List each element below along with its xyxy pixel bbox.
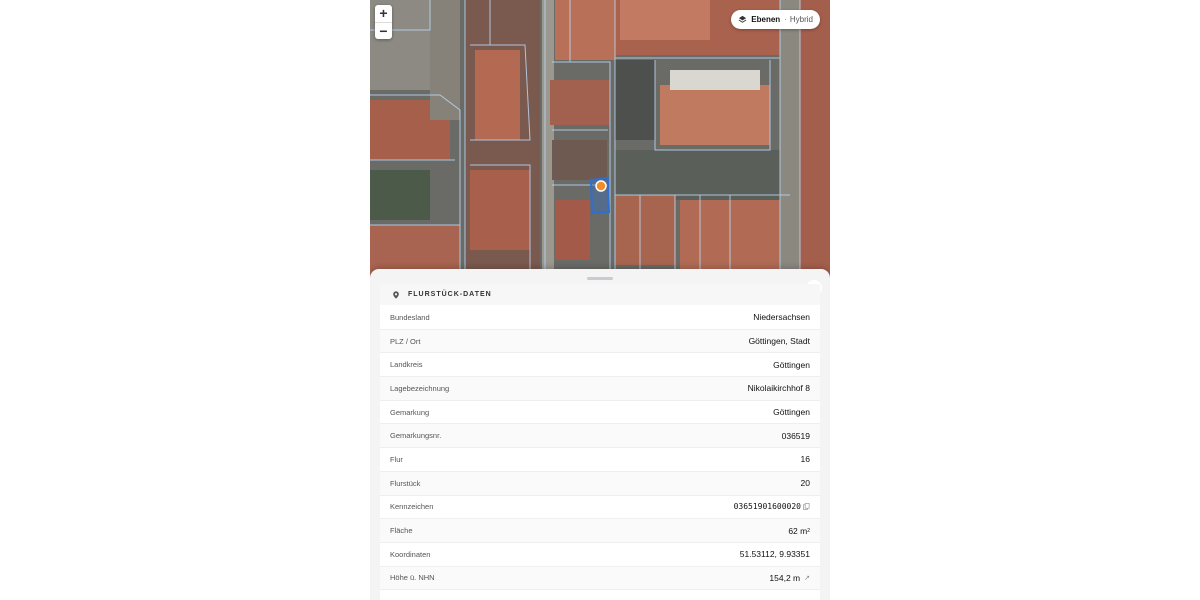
app-frame: + − Ebenen · Hybrid × FLURSTÜCK-DATEN [370, 0, 830, 600]
row-value: Nikolaikirchhof 8 [748, 383, 810, 393]
value-text: 62 m [788, 525, 808, 536]
value-text: 036519 [781, 430, 810, 441]
table-row: PLZ / Ort Göttingen, Stadt [380, 329, 820, 354]
row-value: 51.53112, 9.93351 [740, 549, 810, 559]
row-value: Göttingen [773, 407, 810, 417]
row-value: Göttingen [773, 360, 810, 370]
row-key: Flurstück [390, 478, 421, 488]
value-text: Niedersachsen [753, 312, 810, 323]
layers-button[interactable]: Ebenen · Hybrid [731, 10, 820, 29]
row-value: 036519 [782, 431, 810, 441]
row-value: 20 [801, 478, 810, 488]
parcel-data-card: FLURSTÜCK-DATEN Bundesland Niedersachsen… [380, 284, 820, 600]
row-key: Bundesland [390, 312, 430, 322]
table-row: Flur 16 [380, 448, 820, 472]
external-link-icon[interactable]: ↗ [804, 574, 810, 582]
row-value: 62 m2 [788, 526, 810, 536]
row-key: Kennzeichen [390, 502, 434, 512]
data-table: Bundesland Niedersachsen PLZ / Ort Götti… [380, 306, 820, 591]
table-row: Gemarkung Göttingen [380, 401, 820, 425]
row-value: 16 [801, 454, 810, 464]
table-row: Fläche 62 m2 [380, 519, 820, 543]
unit-superscript: 2 [807, 527, 810, 534]
value-text: Göttingen [773, 407, 810, 418]
table-row: Kennzeichen 03651901600020 [380, 496, 820, 520]
panel-title: FLURSTÜCK-DATEN [408, 291, 492, 298]
table-row: Gemarkungsnr. 036519 [380, 424, 820, 449]
value-text: Göttingen, Stadt [748, 336, 810, 347]
drag-handle[interactable] [587, 277, 613, 280]
layers-icon [738, 15, 747, 23]
value-text: 51.53112, 9.93351 [739, 549, 810, 560]
row-value: Niedersachsen [753, 312, 810, 322]
copy-icon[interactable] [803, 503, 810, 511]
value-text: Nikolaikirchhof 8 [747, 383, 810, 394]
table-row: Flurstück 20 [380, 471, 820, 496]
table-row: Bundesland Niedersachsen [380, 306, 820, 330]
layers-separator: · [784, 15, 787, 24]
table-row: Koordinaten 51.53112, 9.93351 [380, 543, 820, 567]
table-row: Höhe ü. NHN 154,2 m ↗ [380, 566, 820, 591]
row-key: Höhe ü. NHN [390, 573, 435, 583]
zoom-out-button[interactable]: − [375, 22, 392, 39]
table-row: Lagebezeichnung Nikolaikirchhof 8 [380, 377, 820, 401]
row-value: 154,2 m ↗ [769, 573, 810, 583]
value-text: Göttingen [773, 359, 810, 370]
zoom-in-button[interactable]: + [375, 5, 392, 22]
zoom-control: + − [375, 5, 392, 39]
row-key: Gemarkung [390, 407, 430, 417]
map-canvas[interactable] [370, 0, 830, 285]
aerial-map[interactable]: + − Ebenen · Hybrid [370, 0, 830, 285]
map-pin-icon [393, 290, 399, 299]
value-text: 16 [800, 454, 810, 465]
row-key: Fläche [390, 526, 413, 536]
table-row: Landkreis Göttingen [380, 353, 820, 378]
row-key: Koordinaten [390, 549, 431, 559]
row-key: Landkreis [390, 360, 423, 370]
row-value: 03651901600020 [734, 502, 810, 511]
layers-label: Ebenen [751, 15, 781, 24]
value-text: 03651901600020 [733, 502, 801, 512]
card-header: FLURSTÜCK-DATEN [380, 284, 820, 305]
row-key: PLZ / Ort [390, 336, 421, 346]
row-value: Göttingen, Stadt [749, 336, 810, 346]
layer-mode-label: Hybrid [789, 15, 813, 24]
parcel-data-sheet: × FLURSTÜCK-DATEN Bundesland Niedersachs… [370, 269, 830, 600]
location-marker-icon[interactable] [595, 180, 607, 192]
value-text: 20 [800, 478, 810, 489]
row-key: Lagebezeichnung [390, 383, 450, 393]
row-key: Flur [390, 454, 403, 464]
value-text: 154,2 m [769, 572, 801, 583]
row-key: Gemarkungsnr. [390, 431, 442, 441]
